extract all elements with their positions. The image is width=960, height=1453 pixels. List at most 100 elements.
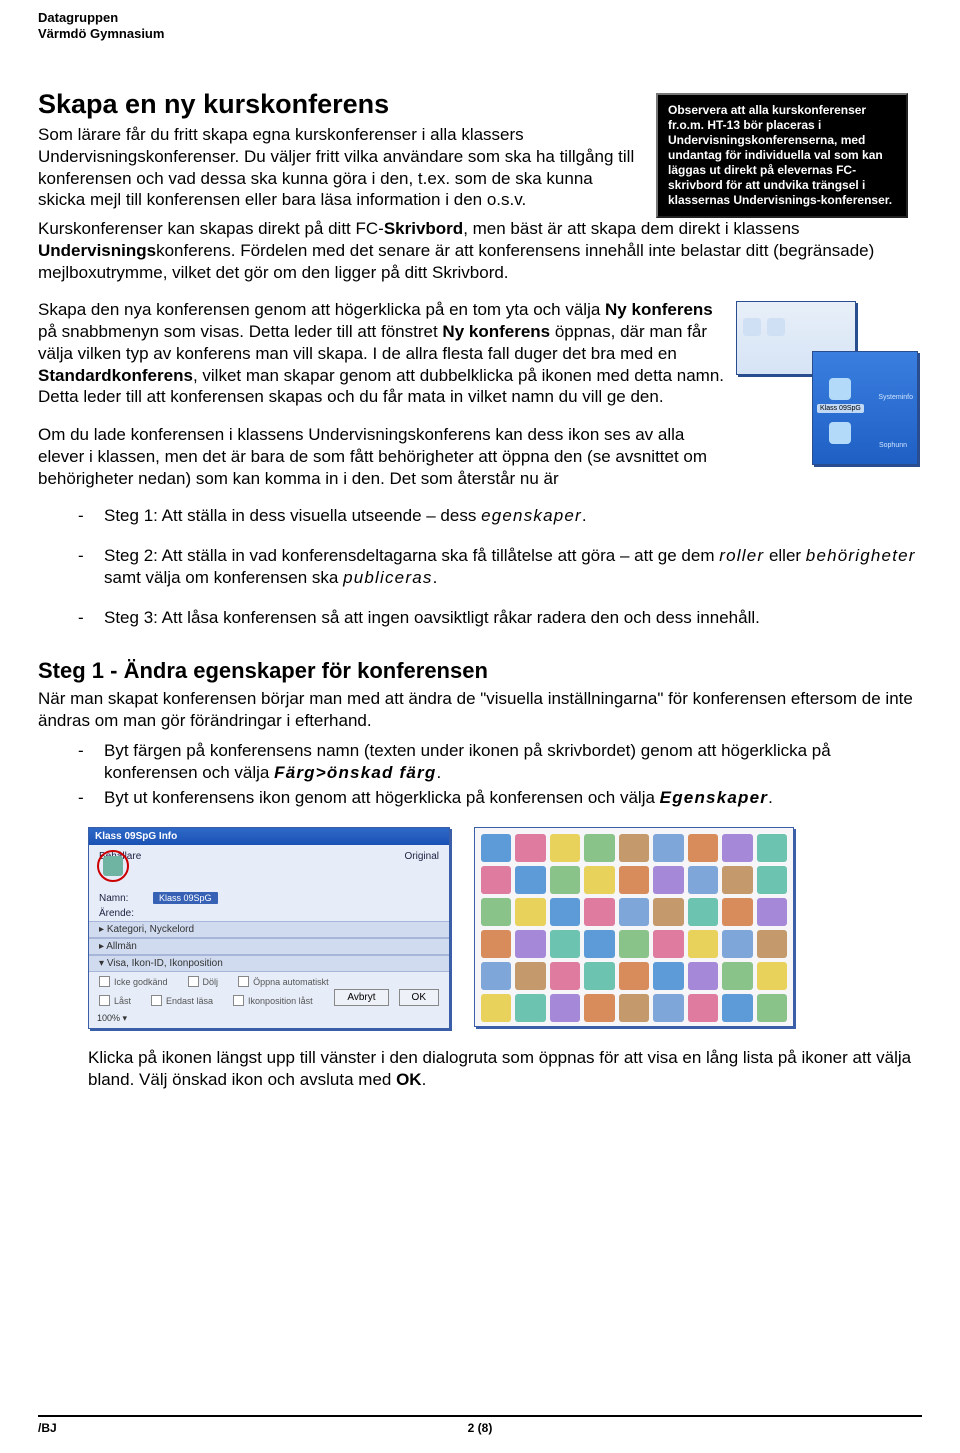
icon-option[interactable] (481, 866, 511, 894)
steg1-item-egenskaper: Byt ut konferensens ikon genom att höger… (78, 787, 922, 809)
namn-value[interactable]: Klass 09SpG (153, 892, 218, 904)
icon-option[interactable] (722, 994, 752, 1022)
page-footer: /BJ 2 (8) (38, 1415, 922, 1435)
icon-option[interactable] (619, 898, 649, 926)
icon-option[interactable] (619, 866, 649, 894)
icon-option[interactable] (619, 930, 649, 958)
steg1-list: Byt färgen på konferensens namn (texten … (38, 740, 922, 809)
original-label: Original (405, 851, 439, 862)
intro-paragraph: Som lärare får du fritt skapa egna kursk… (38, 124, 638, 211)
icon-option[interactable] (515, 834, 545, 862)
icon-option[interactable] (688, 866, 718, 894)
chk-dolj[interactable]: Dölj (188, 976, 219, 987)
icon-option[interactable] (722, 962, 752, 990)
step-1: Steg 1: Att ställa in dess visuella utse… (78, 505, 922, 527)
chk-oppna-auto[interactable]: Öppna automatiskt (238, 976, 329, 987)
icon-option[interactable] (515, 962, 545, 990)
icon-option[interactable] (515, 930, 545, 958)
para-skrivbord: Kurskonferenser kan skapas direkt på dit… (38, 218, 922, 283)
ok-button[interactable]: OK (399, 989, 439, 1006)
icon-option[interactable] (550, 930, 580, 958)
icon-option[interactable] (757, 994, 787, 1022)
icon-option[interactable] (688, 994, 718, 1022)
icon-option[interactable] (653, 898, 683, 926)
header-line1: Datagruppen (38, 10, 922, 26)
icon-option[interactable] (653, 866, 683, 894)
icon-option[interactable] (550, 962, 580, 990)
trash-icon (829, 422, 851, 444)
chk-ikonpos-last[interactable]: Ikonposition låst (233, 995, 313, 1006)
icon-option[interactable] (584, 962, 614, 990)
icon-option[interactable] (515, 898, 545, 926)
section-allman[interactable]: ▸ Allmän (89, 938, 449, 955)
icon-option[interactable] (688, 962, 718, 990)
icon-option[interactable] (653, 962, 683, 990)
chk-endast-lasa[interactable]: Endast läsa (151, 995, 213, 1006)
page-title: Skapa en ny kurskonferens (38, 89, 638, 120)
icon-option[interactable] (481, 898, 511, 926)
folder-icon (829, 378, 851, 400)
steps-list: Steg 1: Att ställa in dess visuella utse… (38, 505, 922, 628)
observera-note: Observera att alla kurskonferenser fr.o.… (656, 93, 908, 218)
icon-option[interactable] (653, 834, 683, 862)
icon-option[interactable] (515, 994, 545, 1022)
icon-option[interactable] (481, 930, 511, 958)
screenshot-thumbnails: Klass 09SpG Systeminfo Sophunn (734, 299, 922, 469)
mw2-systeminfo: Systeminfo (878, 394, 913, 401)
icon-option[interactable] (619, 834, 649, 862)
icon-option[interactable] (653, 994, 683, 1022)
icon-picker-grid[interactable] (474, 827, 794, 1027)
icon-option[interactable] (722, 930, 752, 958)
icon-option[interactable] (550, 834, 580, 862)
icon-option[interactable] (550, 866, 580, 894)
icon-option[interactable] (584, 994, 614, 1022)
mw2-sophunn: Sophunn (879, 442, 907, 449)
icon-option[interactable] (584, 866, 614, 894)
icon-option[interactable] (481, 834, 511, 862)
footer-page: 2 (8) (468, 1421, 493, 1435)
header-line2: Värmdö Gymnasium (38, 26, 922, 42)
icon-option[interactable] (619, 962, 649, 990)
steg1-title: Steg 1 - Ändra egenskaper för konferense… (38, 658, 922, 684)
icon-option[interactable] (584, 930, 614, 958)
icon-option[interactable] (688, 898, 718, 926)
mini-window-2: Klass 09SpG Systeminfo Sophunn (812, 351, 918, 465)
step-3: Steg 3: Att låsa konferensen så att inge… (78, 607, 922, 629)
icon-option[interactable] (584, 834, 614, 862)
icon-option[interactable] (722, 834, 752, 862)
icon-option[interactable] (550, 994, 580, 1022)
icon-option[interactable] (515, 866, 545, 894)
icon-option[interactable] (550, 898, 580, 926)
dialog-row: Klass 09SpG Info Behállare Original Namn… (88, 827, 922, 1029)
icon-option[interactable] (688, 930, 718, 958)
icon-option[interactable] (722, 866, 752, 894)
icon-option[interactable] (757, 930, 787, 958)
cancel-button[interactable]: Avbryt (334, 989, 388, 1006)
icon-option[interactable] (722, 898, 752, 926)
arende-label: Ärende: (99, 908, 145, 919)
icon-circle-highlight[interactable] (97, 850, 129, 882)
icon-option[interactable] (481, 962, 511, 990)
zoom-level[interactable]: 100% ▾ (97, 1013, 127, 1024)
icon-option[interactable] (481, 994, 511, 1022)
namn-label: Namn: (99, 893, 145, 904)
icon-option[interactable] (757, 834, 787, 862)
icon-option[interactable] (584, 898, 614, 926)
info-dialog: Klass 09SpG Info Behállare Original Namn… (88, 827, 450, 1029)
chk-last[interactable]: Låst (99, 995, 131, 1006)
steg1-intro: När man skapat konferensen börjar man me… (38, 688, 922, 732)
footer-left: /BJ (38, 1421, 57, 1435)
icon-option[interactable] (619, 994, 649, 1022)
section-kategori[interactable]: ▸ Kategori, Nyckelord (89, 921, 449, 938)
icon-option[interactable] (757, 898, 787, 926)
icon-option[interactable] (757, 962, 787, 990)
closing-paragraph: Klicka på ikonen längst upp till vänster… (88, 1047, 922, 1091)
icon-option[interactable] (688, 834, 718, 862)
steg1-item-farg: Byt färgen på konferensens namn (texten … (78, 740, 922, 784)
step-2: Steg 2: Att ställa in vad konferensdelta… (78, 545, 922, 589)
icon-option[interactable] (653, 930, 683, 958)
dialog-title: Klass 09SpG Info (89, 828, 449, 845)
icon-option[interactable] (757, 866, 787, 894)
chk-icke-godkand[interactable]: Icke godkänd (99, 976, 168, 987)
section-visa[interactable]: ▾ Visa, Ikon-ID, Ikonposition (89, 955, 449, 972)
